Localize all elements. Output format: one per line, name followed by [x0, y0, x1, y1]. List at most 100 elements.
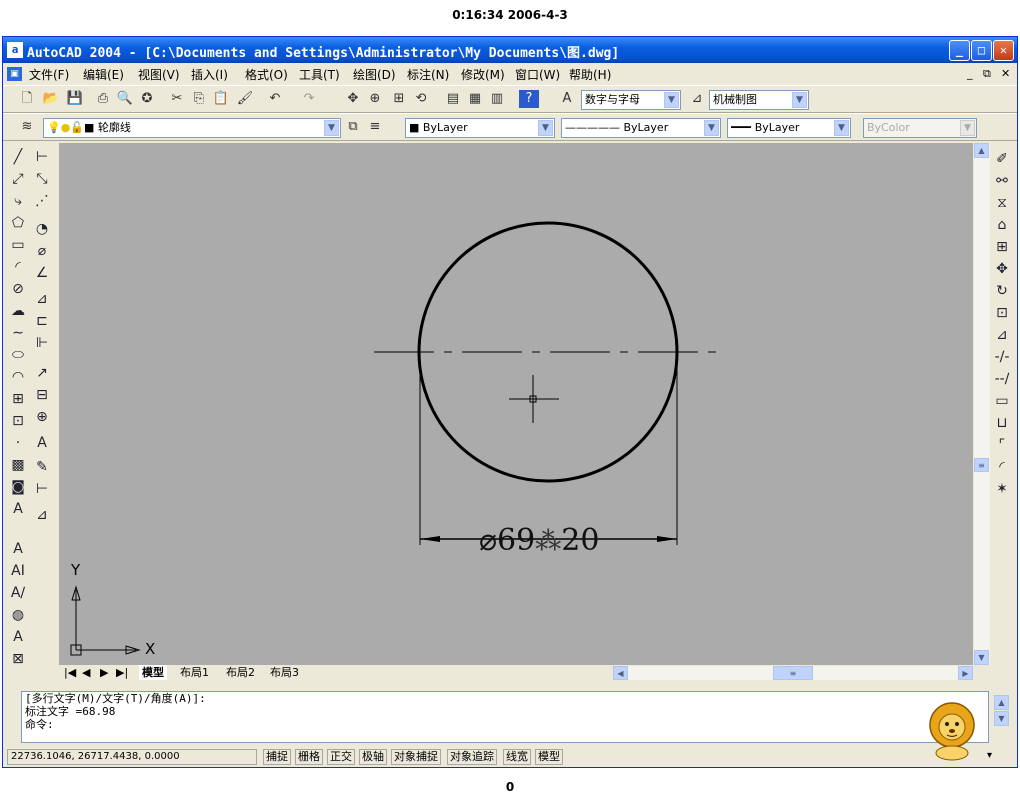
grid-toggle[interactable]: 栅格 — [295, 749, 323, 765]
dim-style-icon[interactable]: ⊿ — [687, 90, 707, 108]
point-icon[interactable]: · — [7, 433, 29, 453]
menu-insert[interactable]: 插入(I) — [191, 66, 228, 83]
menu-modify[interactable]: 修改(M) — [461, 66, 505, 83]
color-select[interactable]: ■ ByLayer ▼ — [405, 118, 555, 138]
extend-icon[interactable]: --∕ — [991, 369, 1013, 389]
command-scrollbar[interactable]: ▲ ▼ — [991, 691, 1013, 743]
menu-file[interactable]: 文件(F) — [29, 66, 69, 83]
tab-layout1[interactable]: 布局1 — [177, 665, 212, 680]
insert-block-icon[interactable]: ⊞ — [7, 389, 29, 409]
match-properties-icon[interactable]: 🖌 — [235, 90, 255, 108]
text-style-select[interactable]: 数字与字母 ▼ — [581, 90, 681, 110]
region-icon[interactable]: ◙ — [7, 477, 29, 497]
print-icon[interactable]: ⎙ — [93, 90, 113, 108]
arc-icon[interactable]: ◜ — [7, 257, 29, 277]
trim-icon[interactable]: -∕- — [991, 347, 1013, 367]
chevron-down-icon[interactable]: ▼ — [834, 120, 849, 136]
doc-minimize-button[interactable]: _ — [967, 67, 973, 80]
lineweight-toggle[interactable]: 线宽 — [503, 749, 531, 765]
menu-edit[interactable]: 编辑(E) — [83, 66, 124, 83]
linear-dimension-icon[interactable]: ⊢ — [31, 147, 53, 167]
polygon-icon[interactable]: ⬠ — [7, 213, 29, 233]
menu-view[interactable]: 视图(V) — [138, 66, 180, 83]
doc-close-button[interactable]: ✕ — [1001, 67, 1010, 80]
osnap-toggle[interactable]: 对象捕捉 — [391, 749, 441, 765]
diameter-dimension-icon[interactable]: ⌀ — [31, 241, 53, 261]
paste-icon[interactable]: 📋 — [211, 90, 231, 108]
menu-draw[interactable]: 绘图(D) — [353, 66, 396, 83]
linetype-select[interactable]: ————— ByLayer ▼ — [561, 118, 721, 138]
maximize-button[interactable]: □ — [971, 40, 992, 61]
tab-prev-icon[interactable]: ◀ — [79, 665, 93, 680]
vertical-scrollbar[interactable]: ▲ ≡ ▼ — [974, 143, 990, 665]
copy-object-icon[interactable]: ⚯ — [991, 171, 1013, 191]
text-style-icon[interactable]: A — [557, 90, 577, 108]
continue-dimension-icon[interactable]: ⊩ — [31, 333, 53, 353]
redo-icon[interactable]: ↷ — [299, 90, 319, 108]
status-menu-icon[interactable]: ▾ — [987, 750, 992, 761]
tolerance-icon[interactable]: ⊟ — [31, 385, 53, 405]
drawing-canvas[interactable]: ⌀69⁂20 Y X — [59, 143, 973, 665]
undo-icon[interactable]: ↶ — [265, 90, 285, 108]
chevron-down-icon[interactable]: ▼ — [324, 120, 339, 136]
text-style-tool-icon[interactable]: AI — [7, 561, 29, 581]
document-icon[interactable]: ▣ — [7, 67, 22, 81]
array-icon[interactable]: ⊞ — [991, 237, 1013, 257]
baseline-dimension-icon[interactable]: ⊏ — [31, 311, 53, 331]
chevron-down-icon[interactable]: ▼ — [538, 120, 553, 136]
chevron-down-icon[interactable]: ▼ — [704, 120, 719, 136]
menu-window[interactable]: 窗口(W) — [515, 66, 560, 83]
chamfer-icon[interactable]: ⌜ — [991, 435, 1013, 455]
offset-icon[interactable]: ⌂ — [991, 215, 1013, 235]
justify-text-icon[interactable]: ⊠ — [7, 649, 29, 669]
quick-dimension-icon[interactable]: ⊿ — [31, 289, 53, 309]
menu-help[interactable]: 帮助(H) — [569, 66, 611, 83]
tab-layout3[interactable]: 布局3 — [267, 665, 302, 680]
scroll-down-icon[interactable]: ▼ — [974, 650, 989, 665]
tool-palettes-icon[interactable]: ▥ — [487, 90, 507, 108]
ellipse-arc-icon[interactable]: ◠ — [7, 367, 29, 387]
fillet-icon[interactable]: ◜ — [991, 457, 1013, 477]
zoom-previous-icon[interactable]: ⟲ — [411, 90, 431, 108]
scroll-up-icon[interactable]: ▲ — [994, 695, 1009, 710]
layer-previous-icon[interactable]: ≡ — [365, 118, 385, 136]
print-preview-icon[interactable]: 🔍 — [115, 90, 135, 108]
erase-icon[interactable]: ✐ — [991, 149, 1013, 169]
hatch-icon[interactable]: ▩ — [7, 455, 29, 475]
spline-icon[interactable]: ∼ — [7, 323, 29, 343]
otrack-toggle[interactable]: 对象追踪 — [447, 749, 497, 765]
rectangle-icon[interactable]: ▭ — [7, 235, 29, 255]
scale-text-icon[interactable]: A — [7, 627, 29, 647]
zoom-window-icon[interactable]: ⊞ — [389, 90, 409, 108]
save-icon[interactable]: 💾 — [65, 90, 85, 108]
mirror-icon[interactable]: ⧖ — [991, 193, 1013, 213]
angular-dimension-icon[interactable]: ∠ — [31, 263, 53, 283]
text-icon[interactable]: A — [7, 539, 29, 559]
scroll-right-icon[interactable]: ▶ — [958, 666, 973, 680]
menu-format[interactable]: 格式(O) — [245, 66, 288, 83]
make-block-icon[interactable]: ⊡ — [7, 411, 29, 431]
scroll-left-icon[interactable]: ◀ — [613, 666, 628, 680]
scale-icon[interactable]: ⊡ — [991, 303, 1013, 323]
design-center-icon[interactable]: ▦ — [465, 90, 485, 108]
new-file-icon[interactable]: 🗋 — [17, 90, 37, 108]
close-button[interactable]: ✕ — [993, 40, 1014, 61]
dimension-update-icon[interactable]: ⊢ — [31, 479, 53, 499]
chevron-down-icon[interactable]: ▼ — [792, 92, 807, 108]
menu-tools[interactable]: 工具(T) — [299, 66, 340, 83]
tab-model[interactable]: 模型 — [139, 665, 167, 680]
tab-layout2[interactable]: 布局2 — [223, 665, 258, 680]
break-at-point-icon[interactable]: ▭ — [991, 391, 1013, 411]
layer-manager-icon[interactable]: ≋ — [17, 118, 37, 136]
command-window[interactable]: [多行文字(M)/文字(T)/角度(A)]: 标注文字 =68.98 命令: — [21, 691, 989, 743]
help-icon[interactable]: ? — [519, 90, 539, 108]
command-prompt[interactable]: 命令: — [25, 718, 988, 731]
cut-icon[interactable]: ✂ — [167, 90, 187, 108]
hscroll-thumb[interactable]: ≡ — [773, 666, 813, 680]
radius-dimension-icon[interactable]: ◔ — [31, 219, 53, 239]
rotate-icon[interactable]: ↻ — [991, 281, 1013, 301]
ordinate-dimension-icon[interactable]: ⋰ — [31, 191, 53, 211]
polar-toggle[interactable]: 极轴 — [359, 749, 387, 765]
copy-icon[interactable]: ⎘ — [189, 90, 209, 108]
polyline-icon[interactable]: ⤷ — [7, 191, 29, 211]
